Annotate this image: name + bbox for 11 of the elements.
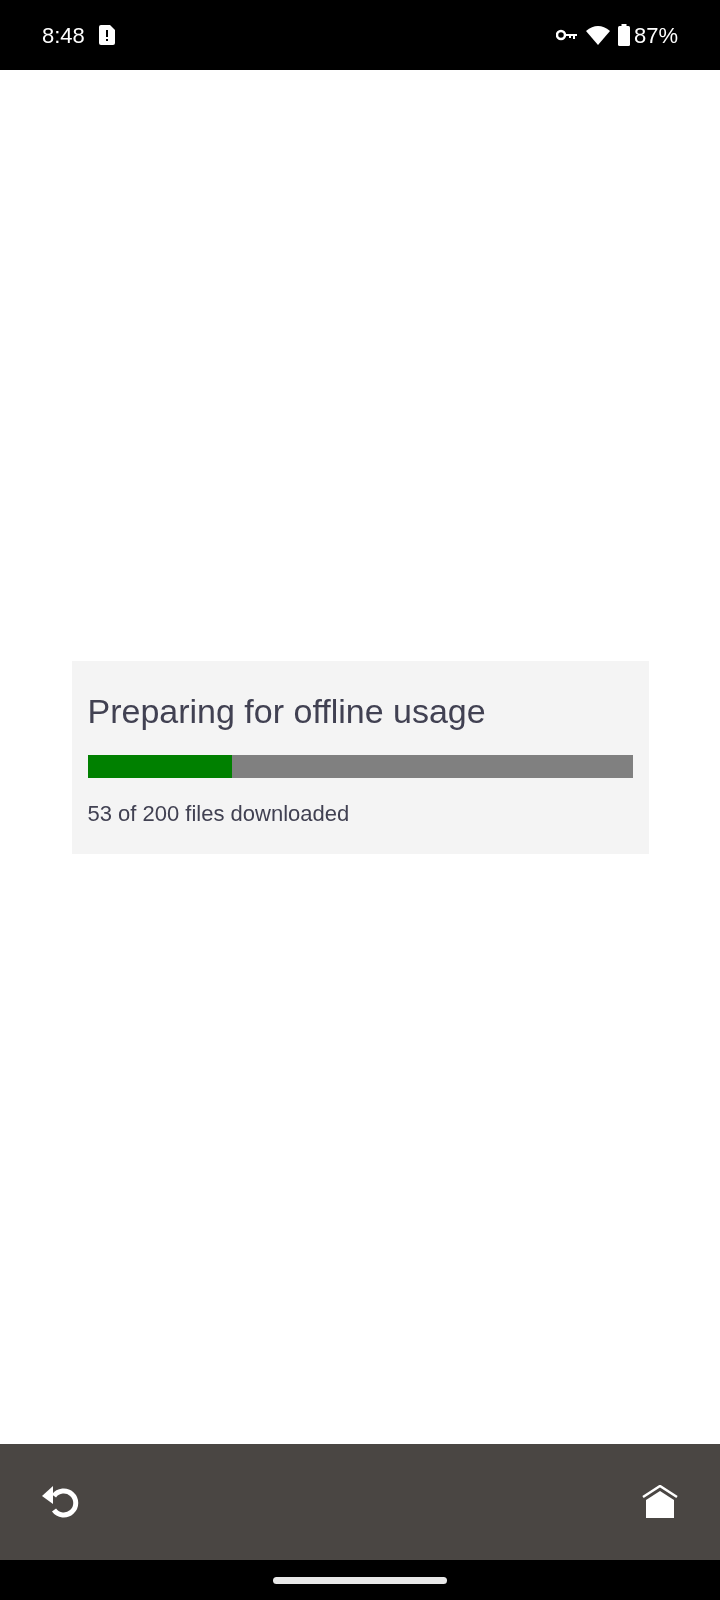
card-title: Preparing for offline usage: [87, 690, 487, 731]
sim-alert-icon: [98, 25, 115, 45]
battery-icon: [617, 24, 630, 46]
battery-percentage: 87%: [633, 21, 678, 50]
progress-caption: 53 of 200 files downloaded: [87, 799, 351, 828]
home-icon: [642, 1485, 678, 1519]
wifi-icon: [585, 25, 610, 45]
refresh-icon: [40, 1484, 80, 1520]
key-icon: [555, 29, 578, 41]
gesture-handle[interactable]: [273, 1576, 447, 1584]
clock: 8:48: [42, 21, 85, 50]
